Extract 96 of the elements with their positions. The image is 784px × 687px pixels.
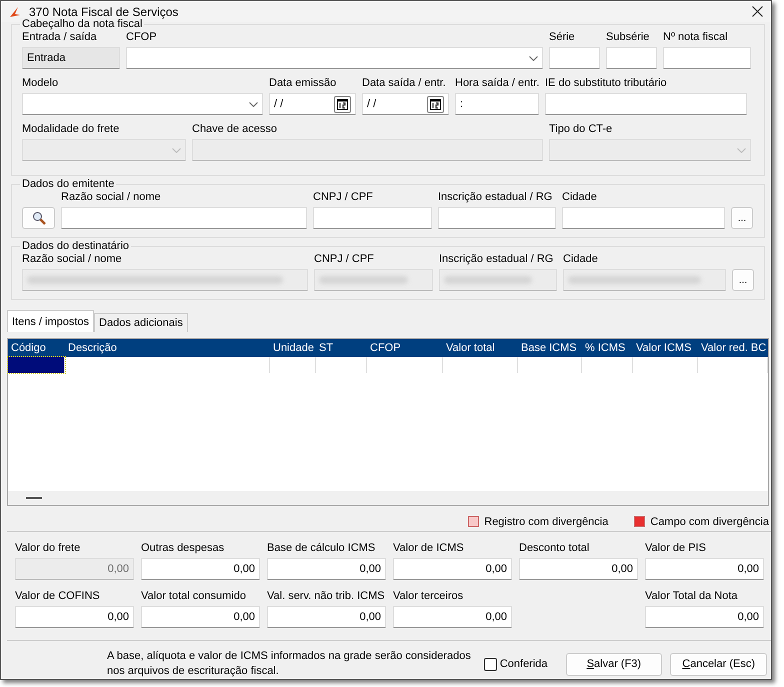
field-label: Valor de PIS	[645, 542, 707, 556]
field-label: Entrada / saída	[22, 31, 98, 45]
save-button[interactable]: Salvar (F3)	[566, 652, 662, 676]
field-label: Data emissão	[269, 77, 338, 91]
field-label: Valor Total da Nota	[645, 590, 739, 604]
input-field[interactable]: 0,00	[393, 606, 512, 628]
field-label: Modelo	[22, 77, 60, 91]
calendar-icon	[337, 98, 348, 110]
input-field[interactable]: :	[455, 93, 539, 115]
field-label: Nº nota fiscal	[663, 31, 729, 45]
input-field[interactable]: 0,00	[645, 558, 764, 580]
input-field[interactable]: 0,00	[15, 606, 134, 628]
field-label: Chave de acesso	[192, 123, 278, 137]
field-label: Modalidade do frete	[22, 123, 120, 137]
input-field[interactable]: Entrada	[22, 47, 120, 69]
field-label: Série	[549, 31, 576, 45]
legend-label: Campo com divergência	[650, 516, 769, 528]
checkbox-label: Conferida	[500, 658, 548, 670]
search-button[interactable]	[22, 207, 55, 229]
input-field[interactable]	[61, 207, 307, 229]
group-title: Dados do destinatário	[20, 240, 132, 252]
input-field[interactable]	[439, 269, 557, 291]
field-label: Data saída / entr.	[362, 77, 447, 91]
input-field[interactable]: 0,00	[141, 606, 260, 628]
field-label: CNPJ / CPF	[314, 253, 375, 267]
table-cell[interactable]	[8, 357, 65, 373]
column-header[interactable]: Valor red. BC	[698, 339, 768, 357]
input-field[interactable]	[545, 93, 747, 115]
column-header[interactable]: Valor total	[443, 339, 518, 357]
column-header[interactable]: Código	[8, 339, 65, 357]
field-label: Outras despesas	[141, 542, 226, 556]
field-label: Valor terceiros	[393, 590, 464, 604]
input-field[interactable]: 0,00	[393, 558, 512, 580]
column-header[interactable]: % ICMS	[582, 339, 633, 357]
date-field[interactable]: / /	[362, 93, 449, 115]
legend-label: Registro com divergência	[484, 516, 608, 528]
input-field[interactable]	[549, 47, 600, 69]
input-field[interactable]	[562, 207, 725, 229]
chevron-down-icon	[529, 56, 538, 60]
field-label: Base de cálculo ICMS	[267, 542, 376, 556]
column-header[interactable]: ST	[316, 339, 367, 357]
chevron-down-icon	[172, 148, 181, 152]
input-field[interactable]: 0,00	[645, 606, 764, 628]
field-label: Inscrição estadual / RG	[439, 253, 554, 267]
dropdown-field[interactable]	[22, 93, 263, 115]
app-logo-icon	[9, 6, 21, 18]
field-label: Desconto total	[519, 542, 590, 556]
browse-button[interactable]: ...	[731, 207, 753, 229]
browse-button[interactable]: ...	[732, 269, 754, 291]
column-header[interactable]: Descrição	[65, 339, 270, 357]
field-label: Val. serv. não trib. ICMS	[267, 590, 386, 604]
cancel-button[interactable]: Cancelar (Esc)	[670, 652, 767, 676]
input-field[interactable]: 0,00	[267, 606, 386, 628]
field-label: Razão social / nome	[22, 253, 123, 267]
chevron-down-icon	[249, 102, 258, 106]
group-title: Cabeçalho da nota fiscal	[20, 18, 144, 30]
window-title: 370 Nota Fiscal de Serviços	[29, 4, 180, 18]
input-field[interactable]	[606, 47, 657, 69]
field-label: Valor de ICMS	[393, 542, 465, 556]
field-label: Inscrição estadual / RG	[438, 191, 554, 205]
close-icon[interactable]	[752, 6, 763, 17]
dropdown-field[interactable]	[126, 47, 543, 69]
field-label: Valor de COFINS	[15, 590, 101, 604]
column-header[interactable]: Unidade	[270, 339, 316, 357]
field-label: Valor total consumido	[141, 590, 247, 604]
input-field[interactable]: 0,00	[267, 558, 386, 580]
chevron-down-icon	[737, 148, 746, 152]
date-field[interactable]: / /	[269, 93, 356, 115]
info-note: A base, alíquota e valor de ICMS informados na grade serão considerados nos arquivos de escrituração fiscal.	[107, 649, 472, 679]
column-header[interactable]: Valor ICMS	[633, 339, 698, 357]
group-title: Dados do emitente	[20, 178, 116, 190]
search-icon	[32, 211, 46, 225]
input-field[interactable]	[313, 207, 432, 229]
input-field[interactable]	[438, 207, 556, 229]
calendar-icon	[430, 98, 441, 110]
field-label: Tipo do CT-e	[549, 123, 614, 137]
field-label: Subsérie	[606, 31, 650, 45]
field-label: Razão social / nome	[61, 191, 162, 205]
input-field[interactable]: 0,00	[519, 558, 638, 580]
field-label: Hora saída / entr.	[455, 77, 539, 91]
tab[interactable]: Dados adicionais	[94, 313, 188, 332]
field-label: CFOP	[126, 31, 158, 45]
column-header[interactable]: Base ICMS	[518, 339, 582, 357]
input-field[interactable]	[314, 269, 433, 291]
input-field[interactable]: 0,00	[141, 558, 260, 580]
tab[interactable]: Itens / impostos	[7, 310, 94, 332]
input-field[interactable]	[22, 269, 308, 291]
column-header[interactable]: CFOP	[367, 339, 443, 357]
input-field[interactable]	[663, 47, 751, 69]
field-label: Cidade	[562, 191, 598, 205]
field-label: Cidade	[563, 253, 599, 267]
field-label: IE do substituto tributário	[545, 77, 668, 91]
field-label: Valor do frete	[15, 542, 82, 556]
field-label: CNPJ / CPF	[313, 191, 374, 205]
checkbox[interactable]	[484, 658, 497, 670]
input-field[interactable]	[563, 269, 726, 291]
